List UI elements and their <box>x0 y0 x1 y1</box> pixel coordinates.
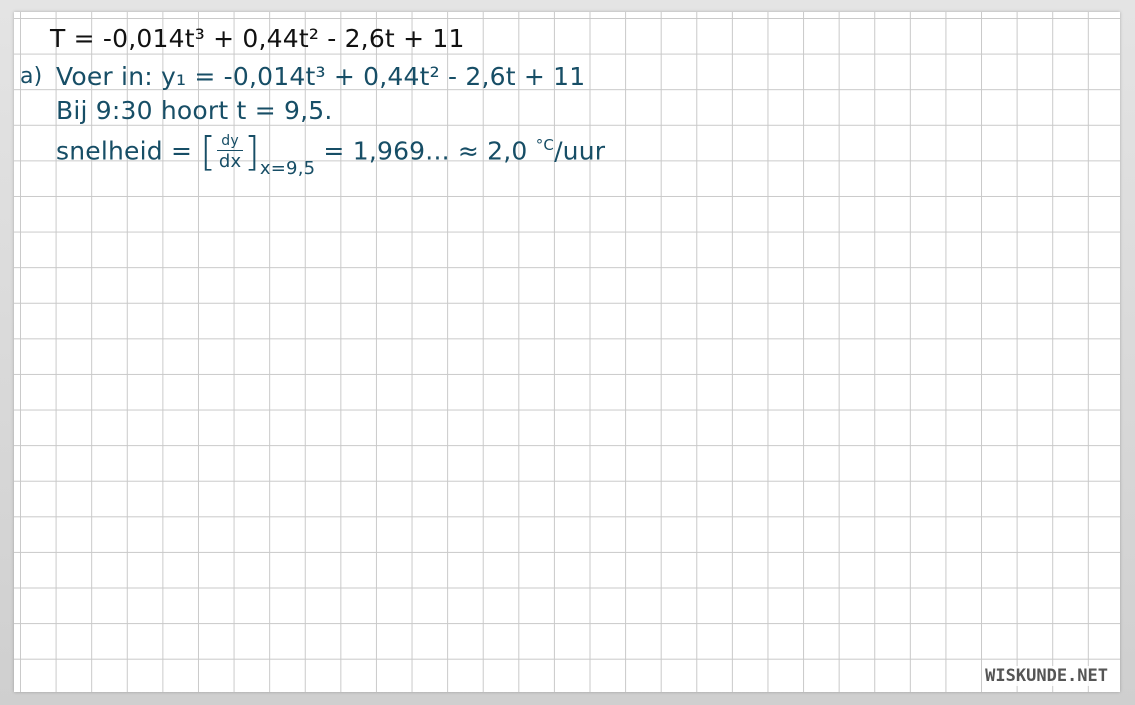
grid-paper: T = -0,014t³ + 0,44t² - 2,6t + 11 a) Voe… <box>14 12 1120 692</box>
bracket-open: [ <box>200 129 217 176</box>
step-time-value: Bij 9:30 hoort t = 9,5. <box>56 96 333 125</box>
step-speed-calculation: snelheid = [dy dx]x=9,5 = 1,969... ≈ 2,0 … <box>56 129 606 179</box>
speed-result: = 1,969... ≈ 2,0 <box>315 136 536 166</box>
derivative-fraction: dy dx <box>217 132 244 173</box>
unit-per-hour: /uur <box>554 136 606 166</box>
derivative-numerator: dy <box>217 132 244 151</box>
step-enter-function: Voer in: y₁ = -0,014t³ + 0,44t² - 2,6t +… <box>56 62 586 91</box>
speed-label: snelheid = <box>56 136 201 166</box>
derivative-denominator: dx <box>218 151 242 172</box>
site-watermark: WISKUNDE.NET <box>983 666 1110 686</box>
video-frame: T = -0,014t³ + 0,44t² - 2,6t + 11 a) Voe… <box>0 0 1135 705</box>
function-formula: T = -0,014t³ + 0,44t² - 2,6t + 11 <box>50 24 465 53</box>
bracket-close: ] <box>244 129 260 176</box>
unit-degrees: °C <box>535 135 555 154</box>
evaluation-point: x=9,5 <box>259 157 316 179</box>
part-label: a) <box>20 64 43 89</box>
